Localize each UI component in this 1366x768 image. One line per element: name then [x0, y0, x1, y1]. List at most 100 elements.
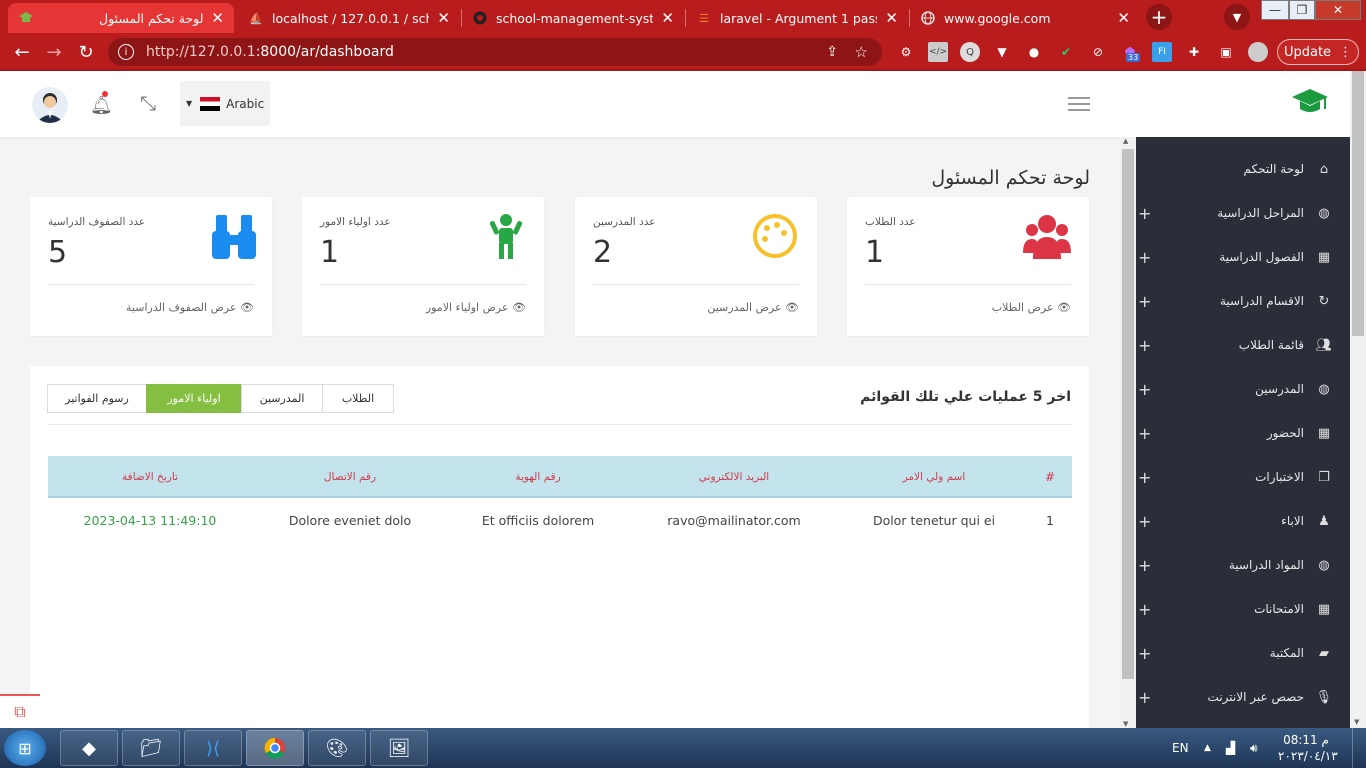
sidebar-item-students[interactable]: 👥︎ قائمة الطلاب + — [1136, 323, 1350, 367]
reload-button[interactable]: ↻ — [74, 40, 98, 64]
sidebar-item-online-classes[interactable]: 🎙︎ حصص عبر الانترنت + — [1136, 675, 1350, 719]
extension-gear-icon[interactable]: ⚙ — [896, 42, 916, 62]
sidebar-item-dashboard[interactable]: ⌂ لوحة التحكم — [1136, 147, 1350, 191]
new-tab-button[interactable]: + — [1146, 4, 1172, 30]
column-header: رقم الاتصال — [323, 471, 377, 483]
network-icon[interactable]: ▟ — [1226, 728, 1235, 768]
volume-icon[interactable]: 🔊︎ — [1250, 728, 1258, 768]
fullscreen-icon[interactable]: ⤡ — [140, 91, 156, 115]
taskbar-app-photos[interactable]: 🖼︎ — [370, 730, 428, 766]
maximize-button[interactable]: ❐ — [1289, 0, 1315, 20]
profile-avatar[interactable] — [1248, 42, 1268, 62]
language-dropdown[interactable]: ▼ Arabic — [180, 81, 270, 126]
sidebar-item-teachers[interactable]: ◍ المدرسين + — [1136, 367, 1350, 411]
tray-arrow-icon[interactable]: ▲ — [1204, 728, 1211, 768]
plus-icon: + — [1138, 687, 1152, 707]
info-icon[interactable]: i — [118, 44, 134, 60]
sidepanel-icon[interactable]: ▣ — [1216, 42, 1236, 62]
extension-q-icon[interactable]: Q — [960, 42, 980, 62]
tab-search-button[interactable]: ▼ — [1224, 4, 1250, 30]
update-button[interactable]: Update ⋮ — [1277, 39, 1359, 65]
extension-check-icon[interactable]: ✔ — [1056, 42, 1076, 62]
sidebar-item-sections[interactable]: ↻ الاقسام الدراسية + — [1136, 279, 1350, 323]
taskbar-app-chrome[interactable] — [246, 730, 304, 766]
sidebar-item-label: حصص عبر الانترنت — [1207, 690, 1304, 704]
child-icon — [482, 213, 530, 259]
extension-circle-icon[interactable]: ● — [1024, 42, 1044, 62]
microphone-icon: 🎙︎ — [1315, 689, 1332, 705]
taskbar-app-vscode[interactable]: ⟩⟨ — [184, 730, 242, 766]
column-header: اسم ولي الامر — [902, 471, 966, 483]
sidebar-item-subjects[interactable]: ◍ المواد الدراسية + — [1136, 543, 1350, 587]
cell-name: Dolor tenetur qui ei — [872, 512, 996, 528]
card-footer-link[interactable]: 👁︎ عرض الطلاب — [992, 301, 1071, 314]
close-icon[interactable]: ✕ — [437, 9, 450, 27]
sidebar-item-quizzes[interactable]: ❐ الاختبارات + — [1136, 455, 1350, 499]
browser-tab[interactable]: ☰ laravel - Argument 1 passed to ✕ — [686, 3, 908, 33]
bookmark-star-icon[interactable]: ☆ — [855, 43, 868, 61]
start-button[interactable]: ⊞ — [4, 730, 46, 766]
sidebar-item-parents[interactable]: ♟ الاباء + — [1136, 499, 1350, 543]
users-icon: 👥︎ — [1315, 337, 1332, 353]
page-title: لوحة تحكم المسئول — [931, 167, 1090, 189]
tab-students[interactable]: الطلاب — [322, 384, 394, 413]
tab-teachers[interactable]: المدرسين — [241, 384, 323, 413]
sidebar-item-label: الفصول الدراسية — [1219, 250, 1304, 264]
sidebar-item-label: لوحة التحكم — [1243, 162, 1305, 176]
address-bar[interactable]: i http://127.0.0.1:8000/ar/dashboard ⇪ ☆ — [108, 38, 882, 66]
card-footer-link[interactable]: 👁︎ عرض اولياء الامور — [426, 301, 526, 314]
back-button[interactable]: ← — [10, 40, 34, 64]
input-language[interactable]: EN — [1172, 728, 1189, 768]
cell-email: ravo@mailinator.com — [667, 512, 801, 528]
close-icon[interactable]: ✕ — [661, 9, 674, 27]
content-scrollbar[interactable]: ▲ ▼ — [1120, 137, 1136, 728]
extension-badge-icon[interactable]: ⬟ 33 — [1120, 42, 1141, 62]
plus-icon: + — [1138, 555, 1152, 575]
minimize-button[interactable]: — — [1261, 0, 1289, 20]
hamburger-menu-icon[interactable] — [1068, 97, 1090, 111]
browser-tab[interactable]: ⛵ localhost / 127.0.0.1 / school / ✕ — [238, 3, 460, 33]
tab-invoices[interactable]: رسوم الفواتير — [47, 384, 147, 413]
extension-ff-icon[interactable]: FI — [1152, 42, 1172, 62]
tab-title: www.google.com — [944, 10, 1051, 26]
laravel-debugbar-icon[interactable]: ⧉ — [0, 694, 40, 728]
page-scrollbar[interactable]: ▼ — [1350, 71, 1366, 728]
sidebar-item-classes[interactable]: ▦ الفصول الدراسية + — [1136, 235, 1350, 279]
sidebar-item-library[interactable]: ▰ المكتبة + — [1136, 631, 1350, 675]
tab-parents[interactable]: اولياء الامور — [146, 384, 242, 413]
extensions-puzzle-icon[interactable]: ✚ — [1184, 42, 1204, 62]
sidebar-item-exams[interactable]: ▦ الامتحانات + — [1136, 587, 1350, 631]
avatar[interactable] — [32, 87, 68, 123]
close-icon[interactable]: ✕ — [885, 9, 898, 27]
clock[interactable]: 08:11 م ٢٠٢٣/٠٤/١٣ — [1278, 732, 1338, 764]
close-icon[interactable]: ✕ — [1117, 9, 1130, 27]
close-icon[interactable]: ✕ — [211, 9, 224, 27]
taskbar-app-git[interactable]: ◆ — [60, 730, 118, 766]
panel-title: اخر 5 عمليات علي تلك القوائم — [860, 389, 1071, 405]
extension-code-icon[interactable]: </> — [928, 42, 948, 62]
sidebar-item-stages[interactable]: ◍ المراحل الدراسية + — [1136, 191, 1350, 235]
card-footer-link[interactable]: 👁︎ عرض المدرسين — [707, 301, 799, 314]
plus-icon: + — [1138, 467, 1152, 487]
extension-vue-icon[interactable]: ▼ — [992, 42, 1012, 62]
browser-tab[interactable]: school-management-system/l ✕ — [462, 3, 684, 33]
bell-icon[interactable]: 🔔︎ — [90, 91, 113, 116]
window-close-button[interactable]: ✕ — [1315, 0, 1361, 20]
taskbar-app-paint[interactable]: 🎨︎ — [308, 730, 366, 766]
eye-icon: 👁︎ — [781, 301, 799, 314]
school-icon — [18, 10, 34, 26]
clock-time: 08:11 م — [1283, 733, 1329, 747]
card-footer-link[interactable]: 👁︎ عرض الصفوف الدراسية — [126, 301, 254, 314]
sidebar-item-attendance[interactable]: ▦ الحضور + — [1136, 411, 1350, 455]
taskbar-app-explorer[interactable]: 📁︎ — [122, 730, 180, 766]
stat-card-teachers: عدد المدرسين 2 👁︎ عرض المدرسين — [575, 197, 817, 336]
show-desktop-button[interactable] — [1352, 728, 1366, 768]
share-icon[interactable]: ⇪ — [826, 44, 838, 60]
browser-tab[interactable]: www.google.com ✕ — [910, 3, 1140, 33]
extension-compass-icon[interactable]: ⊘ — [1088, 42, 1108, 62]
forward-button[interactable]: → — [42, 40, 66, 64]
graduation-cap-icon[interactable] — [1292, 89, 1328, 115]
card-label: عدد المدرسين — [593, 216, 656, 228]
browser-tab-active[interactable]: لوحة تحكم المسئول ✕ — [8, 3, 234, 33]
sidebar-item-label: المدرسين — [1255, 382, 1304, 396]
